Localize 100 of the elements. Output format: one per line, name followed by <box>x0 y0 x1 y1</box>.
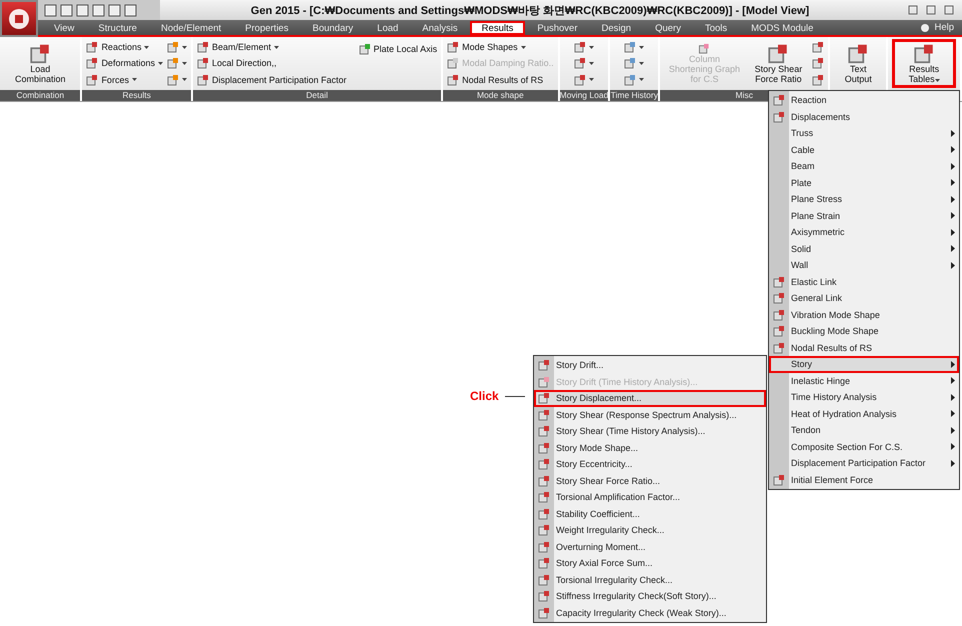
menu-item[interactable]: Story Displacement... <box>534 390 766 406</box>
submenu-arrow-icon <box>951 179 955 186</box>
menu-item[interactable]: Story Mode Shape... <box>534 440 766 456</box>
menu-item[interactable]: Axisymmetric <box>769 224 959 240</box>
ribbon-large-button[interactable]: Text Output <box>834 39 882 88</box>
ribbon-icon-button[interactable] <box>624 41 644 54</box>
menu-item[interactable]: Displacements <box>769 108 959 125</box>
ribbon-button[interactable]: Deformations <box>86 57 163 70</box>
submenu-arrow-icon <box>951 162 955 170</box>
caret-icon <box>144 46 150 49</box>
ribbon-icon-button[interactable] <box>574 57 594 70</box>
menu-item[interactable]: Beam <box>769 158 959 174</box>
ribbon-icon-button[interactable] <box>574 74 594 86</box>
menu-tab[interactable]: Query <box>643 20 693 34</box>
menu-item[interactable]: Truss <box>769 125 959 142</box>
caret-icon <box>182 78 187 82</box>
menu-item[interactable]: Vibration Mode Shape <box>769 306 959 323</box>
menu-item[interactable]: Story Shear (Response Spectrum Analysis)... <box>534 406 766 423</box>
menu-item[interactable]: Plate <box>769 174 959 191</box>
menu-tab[interactable]: Properties <box>233 20 300 34</box>
ribbon-button[interactable]: Mode Shapes <box>447 41 554 54</box>
submenu-arrow-icon <box>951 228 955 236</box>
click-annotation: Click <box>470 389 499 403</box>
ribbon-button[interactable]: Displacement Participation Factor <box>196 74 347 86</box>
ribbon-icon-button[interactable] <box>624 57 644 70</box>
ribbon-button[interactable]: Plate Local Axis <box>358 43 438 55</box>
caret-icon <box>934 79 940 82</box>
submenu-arrow-icon <box>951 377 955 384</box>
group-label: Combination <box>0 90 80 101</box>
menu-item[interactable]: Weight Irregularity Check... <box>534 522 766 538</box>
submenu-arrow-icon <box>951 212 955 220</box>
caret-icon <box>588 46 594 49</box>
ribbon-large-button[interactable]: Story Shear Force Ratio <box>748 39 808 88</box>
menu-tab[interactable]: Design <box>590 20 644 34</box>
toolbar-icon[interactable] <box>60 4 73 16</box>
help-menu[interactable]: Help <box>934 22 954 33</box>
menu-tab[interactable]: Tools <box>692 20 740 34</box>
menu-item[interactable]: Stiffness Irregularity Check(Soft Story)... <box>534 588 766 604</box>
caret-icon <box>639 62 644 65</box>
ribbon-icon-button[interactable] <box>624 74 644 86</box>
menu-tab[interactable]: Boundary <box>300 20 366 34</box>
menu-item[interactable]: Torsional Amplification Factor... <box>534 489 766 506</box>
ribbon-large-button[interactable]: Load Combination <box>4 39 76 88</box>
menu-tab[interactable]: Structure <box>86 20 149 34</box>
submenu-arrow-icon <box>951 360 955 368</box>
menu-item[interactable]: Capacity Irregularity Check (Weak Story)... <box>534 604 766 621</box>
submenu-arrow-icon <box>951 146 955 154</box>
toolbar-icon[interactable] <box>108 4 121 16</box>
menu-item[interactable]: Overturning Moment... <box>534 538 766 555</box>
menu-item[interactable]: Tendon <box>769 422 959 438</box>
menu-tab[interactable]: Load <box>365 20 410 34</box>
caret-icon <box>182 62 187 65</box>
ribbon-icon-button[interactable] <box>166 57 187 70</box>
menu-item[interactable]: Plane Strain <box>769 208 959 224</box>
toolbar-icon[interactable] <box>92 4 105 16</box>
help-icon[interactable] <box>920 22 930 32</box>
menu-item[interactable]: Heat of Hydration Analysis <box>769 406 959 422</box>
menu-tab[interactable]: Pushover <box>525 20 590 34</box>
menu-tab[interactable]: Analysis <box>410 20 470 34</box>
toolbar-icon[interactable] <box>44 4 57 16</box>
menu-tab[interactable]: Results <box>470 20 526 34</box>
ribbon-button[interactable]: Local Direction,, <box>196 57 347 70</box>
caret-icon <box>588 62 594 65</box>
menu-item[interactable]: Plane Stress <box>769 191 959 208</box>
ribbon-button[interactable]: Nodal Results of RS <box>447 74 554 86</box>
menu-tab[interactable]: MODS Module <box>739 20 826 34</box>
menu-item[interactable]: Time History Analysis <box>769 389 959 406</box>
menu-item[interactable]: Inelastic Hinge <box>769 372 959 389</box>
menu-item[interactable]: Stability Coefficient... <box>534 506 766 522</box>
menu-item[interactable]: Story Shear (Time History Analysis)... <box>534 423 766 440</box>
toolbar-icon[interactable] <box>124 4 137 16</box>
menu-item[interactable]: Story Shear Force Ratio... <box>534 472 766 489</box>
menu-item[interactable]: Displacement Participation Factor <box>769 455 959 472</box>
ribbon-icon-button[interactable] <box>166 41 187 54</box>
menu-item[interactable]: Buckling Mode Shape <box>769 323 959 340</box>
menu-item[interactable]: General Link <box>769 290 959 306</box>
ribbon-button[interactable]: Forces <box>86 74 163 86</box>
menu-item[interactable]: Wall <box>769 257 959 274</box>
menu-item[interactable]: Story Drift... <box>534 357 766 374</box>
ribbon-button[interactable]: Reactions <box>86 41 163 54</box>
caret-icon <box>132 78 137 82</box>
menu-item[interactable]: Torsional Irregularity Check... <box>534 572 766 588</box>
app-logo-icon[interactable] <box>0 0 38 37</box>
menu-item[interactable]: Cable <box>769 142 959 158</box>
menu-tab[interactable]: View <box>42 20 86 34</box>
menu-tab[interactable]: Node/Element <box>148 20 234 34</box>
ribbon-icon-button[interactable] <box>574 41 594 54</box>
ribbon-button[interactable]: Beam/Element <box>196 41 347 54</box>
menu-item[interactable]: Elastic Link <box>769 274 959 290</box>
menu-item[interactable]: Solid <box>769 240 959 257</box>
ribbon-large-button[interactable]: Results Tables <box>892 39 956 88</box>
menu-item[interactable]: Nodal Results of RS <box>769 340 959 356</box>
submenu-arrow-icon <box>951 245 955 252</box>
toolbar-icon[interactable] <box>76 4 89 16</box>
menu-item[interactable]: Initial Element Force <box>769 472 959 488</box>
menu-item[interactable]: Story <box>769 356 959 372</box>
menu-item[interactable]: Composite Section For C.S. <box>769 438 959 455</box>
ribbon-icon-button[interactable] <box>166 74 187 86</box>
menu-item[interactable]: Story Eccentricity... <box>534 456 766 472</box>
menu-item[interactable]: Story Axial Force Sum... <box>534 555 766 572</box>
